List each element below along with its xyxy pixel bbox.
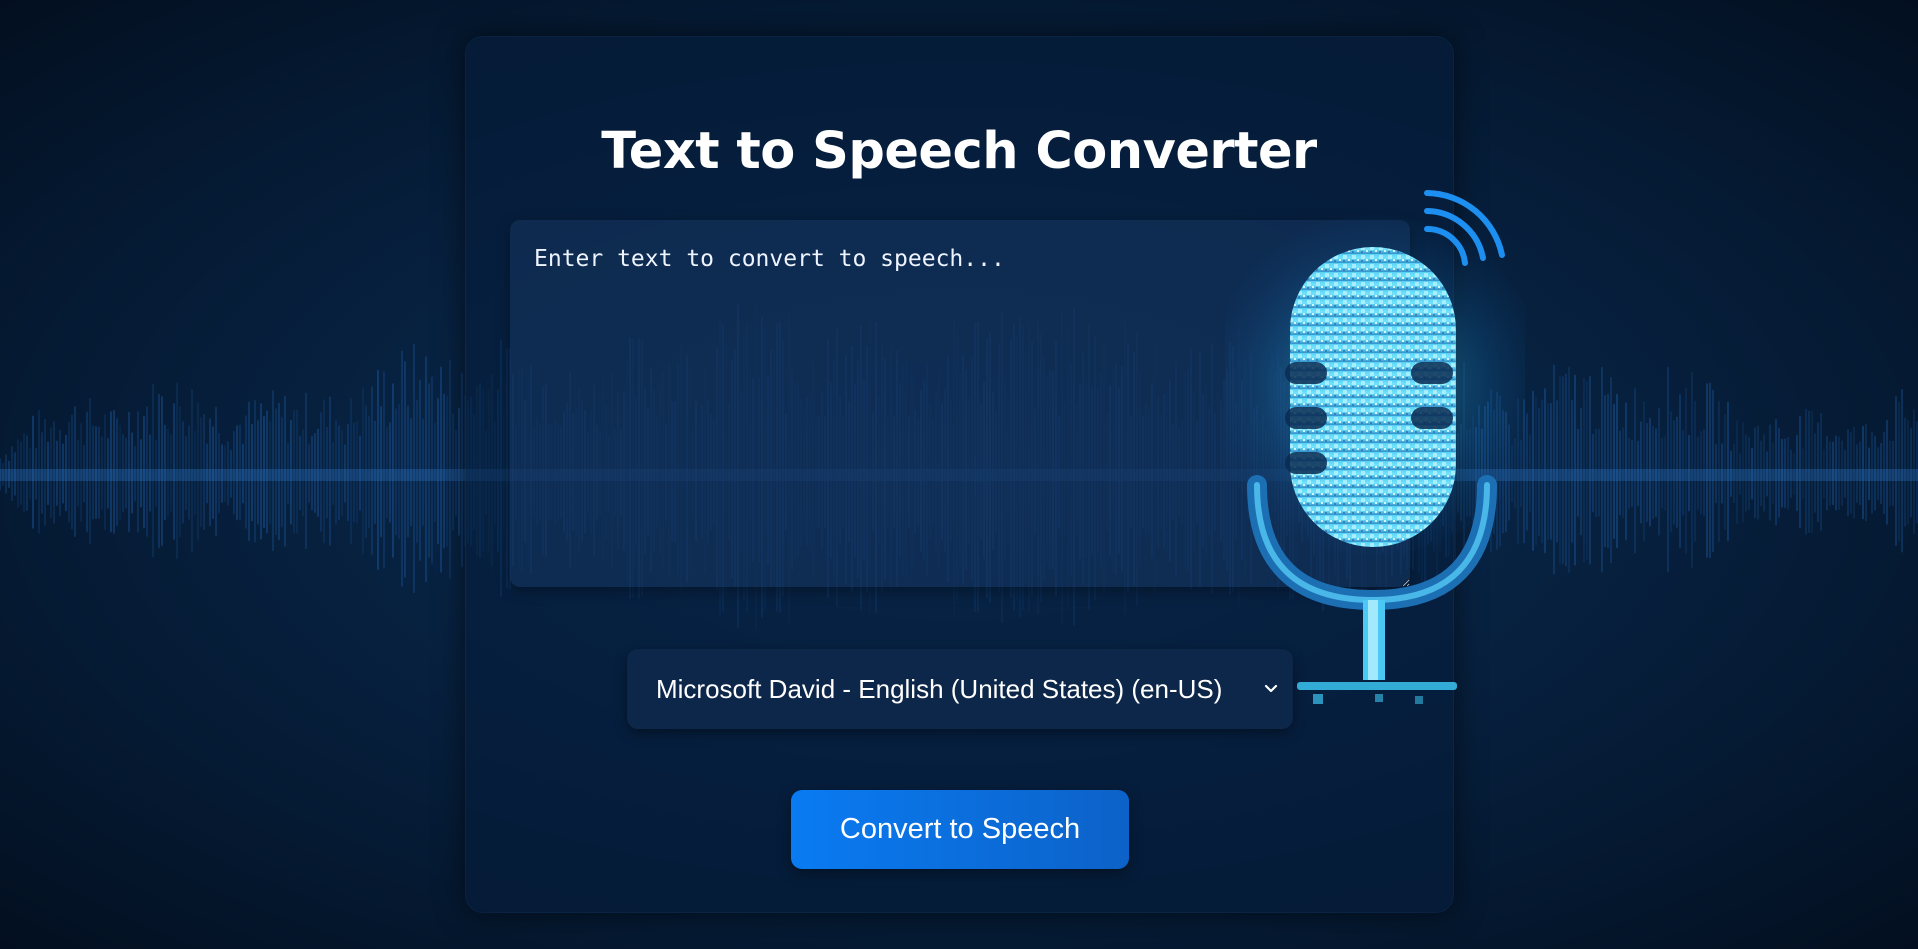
voice-select-container: Microsoft David - English (United States… bbox=[627, 649, 1293, 729]
speech-text-input[interactable] bbox=[510, 220, 1410, 587]
convert-to-speech-button[interactable]: Convert to Speech bbox=[791, 790, 1129, 869]
voice-select[interactable]: Microsoft David - English (United States… bbox=[627, 649, 1293, 729]
page-title: Text to Speech Converter bbox=[601, 122, 1317, 181]
